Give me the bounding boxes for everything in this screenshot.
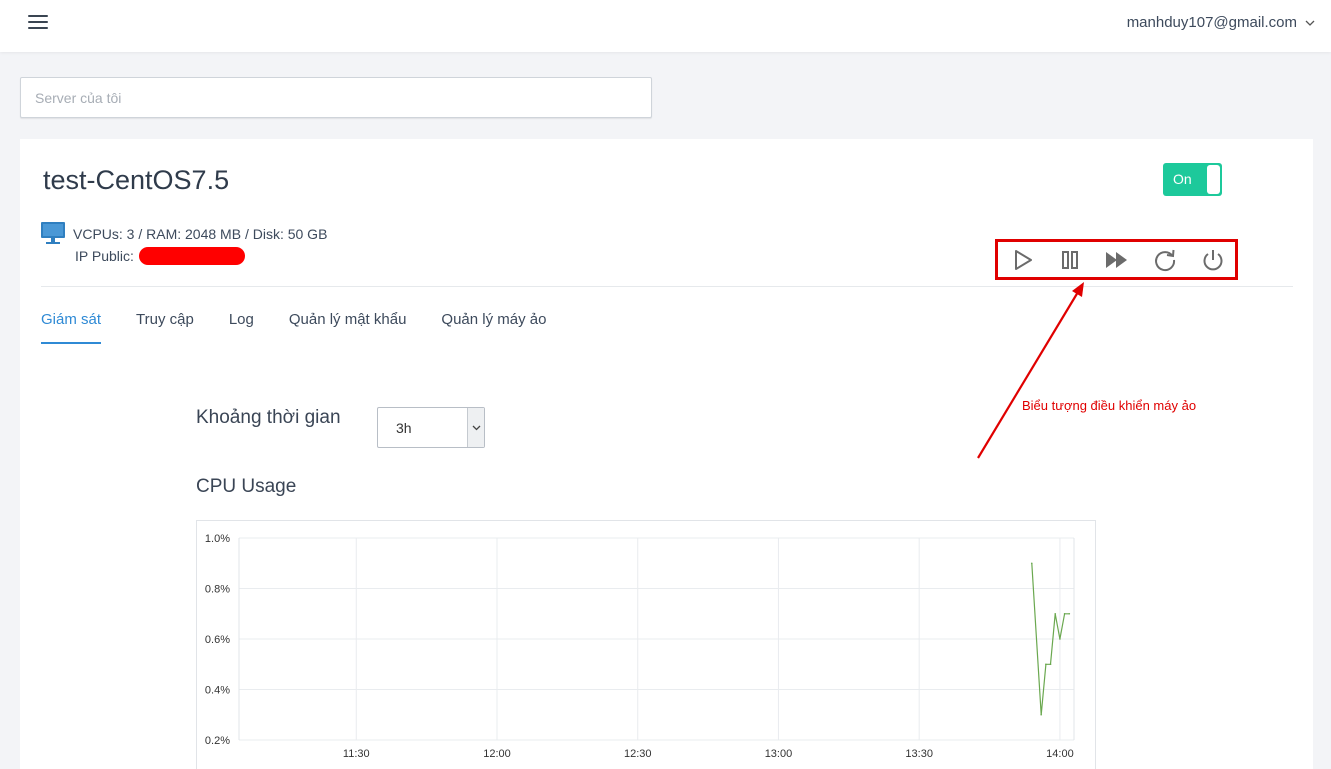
user-email: manhduy107@gmail.com bbox=[1126, 14, 1297, 31]
chevron-down-icon bbox=[1305, 20, 1315, 26]
y-tick-label: 1.0% bbox=[205, 533, 230, 545]
server-search-input[interactable] bbox=[20, 77, 652, 118]
vm-controls bbox=[995, 239, 1238, 280]
tab-log[interactable]: Log bbox=[229, 311, 254, 344]
tab-bar: Giám sát Truy cập Log Quản lý mật khẩu Q… bbox=[41, 311, 581, 344]
cpu-data-point bbox=[1045, 663, 1047, 666]
cpu-data-point bbox=[1059, 638, 1061, 640]
hamburger-menu-icon[interactable] bbox=[28, 15, 48, 31]
cpu-data-point bbox=[1049, 663, 1052, 666]
restart-icon[interactable] bbox=[1152, 247, 1178, 273]
tab-access[interactable]: Truy cập bbox=[136, 311, 194, 344]
toggle-knob bbox=[1207, 165, 1220, 194]
chevron-down-icon bbox=[472, 425, 481, 431]
x-tick-label: 12:00 bbox=[483, 748, 511, 760]
cpu-data-point bbox=[1040, 713, 1042, 716]
cpu-data-point bbox=[1030, 562, 1033, 565]
annotation-text: Biểu tượng điều khiển máy ảo bbox=[1022, 398, 1197, 413]
time-range-label: Khoảng thời gian bbox=[196, 407, 341, 428]
time-range-value: 3h bbox=[396, 420, 412, 436]
cpu-data-point bbox=[1054, 612, 1057, 615]
redacted-ip bbox=[138, 247, 245, 265]
cpu-usage-chart: 1.0% 0.8% 0.6% 0.4% 0.2% 11:30 12:00 12:30 13:00… bbox=[196, 520, 1096, 769]
tab-monitoring[interactable]: Giám sát bbox=[41, 311, 102, 344]
y-tick-label: 0.4% bbox=[205, 685, 230, 697]
cpu-chart-svg: 1.0% 0.8% 0.6% 0.4% 0.2% 11:30 12:00 12:30 13:00… bbox=[205, 533, 1075, 760]
play-icon[interactable] bbox=[1010, 247, 1036, 273]
tab-password-management[interactable]: Quản lý mật khẩu bbox=[289, 311, 407, 344]
cpu-usage-title: CPU Usage bbox=[196, 476, 297, 497]
power-icon[interactable] bbox=[1200, 247, 1226, 273]
y-tick-label: 0.8% bbox=[205, 584, 230, 596]
x-tick-label: 12:30 bbox=[624, 748, 652, 760]
pause-icon[interactable] bbox=[1057, 247, 1083, 273]
y-tick-label: 0.6% bbox=[205, 634, 230, 646]
monitor-icon bbox=[41, 222, 65, 244]
server-name: test-CentOS7.5 bbox=[43, 165, 230, 195]
x-tick-label: 14:00 bbox=[1046, 748, 1074, 760]
fast-forward-icon[interactable] bbox=[1104, 247, 1130, 273]
cpu-data-point bbox=[1063, 612, 1066, 615]
tab-vm-management[interactable]: Quản lý máy ảo bbox=[441, 311, 546, 344]
ip-label: IP Public: bbox=[75, 248, 134, 264]
divider bbox=[41, 286, 1293, 287]
x-tick-label: 11:30 bbox=[343, 748, 370, 760]
top-bar: manhduy107@gmail.com bbox=[0, 0, 1331, 52]
cpu-data-point bbox=[1068, 612, 1071, 615]
user-menu[interactable]: manhduy107@gmail.com bbox=[1127, 14, 1315, 31]
time-range-select[interactable]: 3h bbox=[377, 407, 485, 448]
ip-public: IP Public: bbox=[75, 247, 245, 265]
power-toggle[interactable]: On bbox=[1163, 163, 1222, 196]
x-tick-label: 13:30 bbox=[905, 748, 933, 760]
y-tick-label: 0.2% bbox=[205, 735, 230, 747]
x-tick-label: 13:00 bbox=[765, 748, 793, 760]
select-caret bbox=[467, 408, 484, 447]
server-card: test-CentOS7.5 On VCPUs: 3 / RAM: 2048 M… bbox=[20, 139, 1313, 769]
server-specs: VCPUs: 3 / RAM: 2048 MB / Disk: 50 GB bbox=[73, 226, 328, 242]
power-toggle-label: On bbox=[1173, 171, 1192, 187]
